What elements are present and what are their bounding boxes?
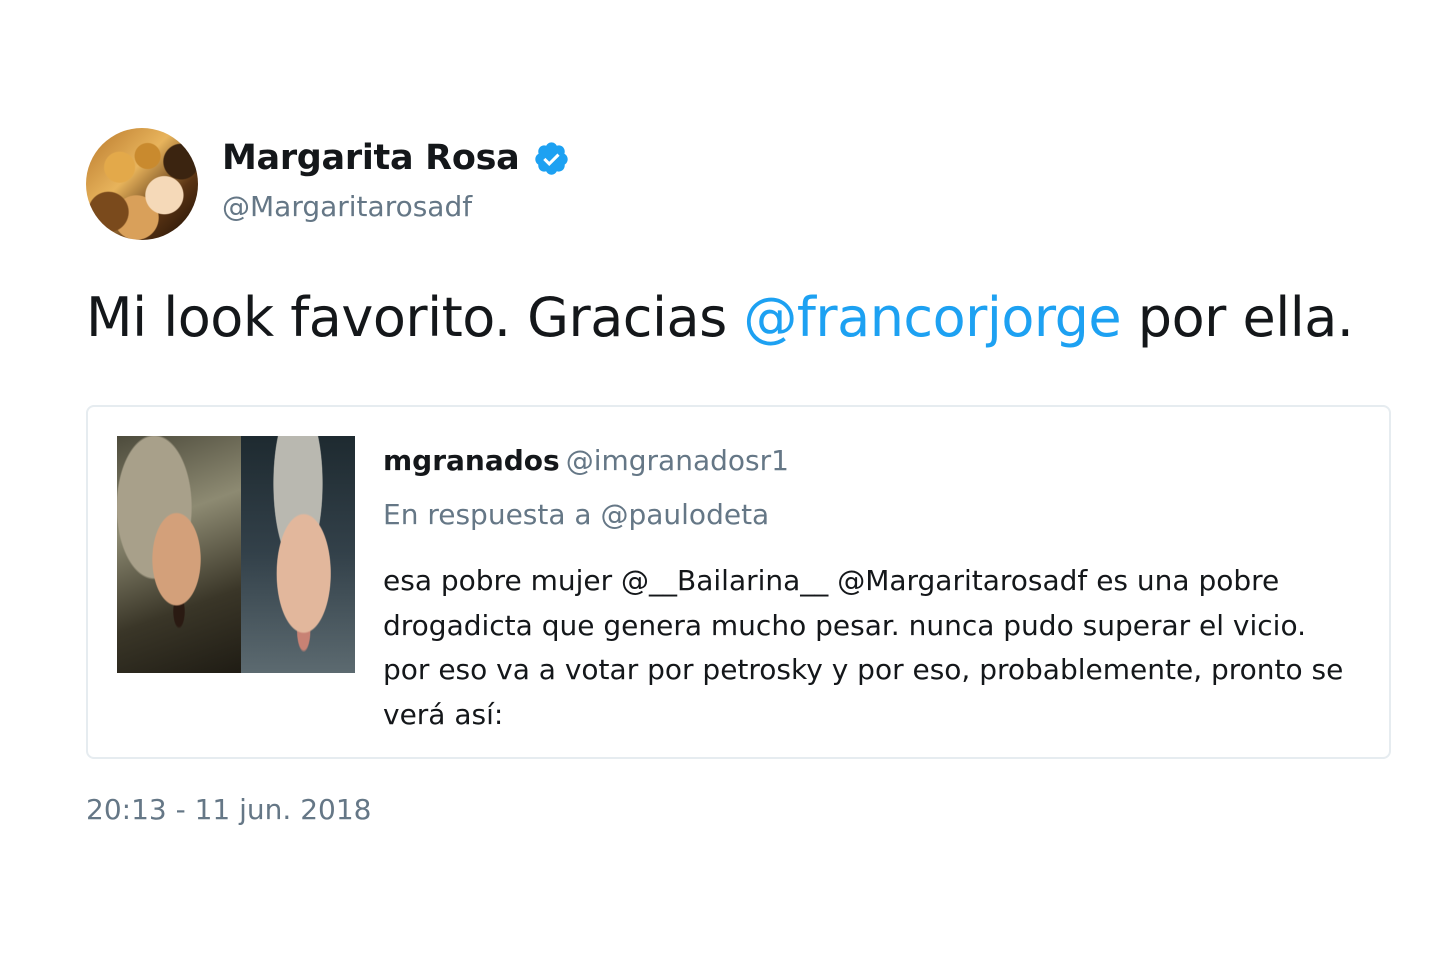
author-names: Margarita Rosa @Margaritarosadf [222,132,570,223]
reply-to-label: En respuesta a @paulodeta [383,498,770,531]
quoted-tweet-body: mgranados @imgranadosr1 En respuesta a @p… [383,441,1349,737]
tweet: Margarita Rosa @Margaritarosadf Mi look … [86,128,1391,826]
quoted-tweet[interactable]: mgranados @imgranadosr1 En respuesta a @p… [86,405,1391,759]
tweet-text-end: por ella. [1121,286,1354,349]
verified-badge-icon [535,141,569,175]
author-handle[interactable]: @Margaritarosadf [222,190,570,223]
quoted-tweet-media[interactable] [117,436,355,673]
photo-left [117,436,241,673]
display-name-row: Margarita Rosa [222,132,570,184]
mention-link[interactable]: @francorjorge [743,286,1121,349]
quoted-handle: @imgranadosr1 [565,444,789,477]
timestamp[interactable]: 20:13 - 11 jun. 2018 [86,793,1391,826]
avatar[interactable] [86,128,198,240]
display-name[interactable]: Margarita Rosa [222,138,520,178]
tweet-text: Mi look favorito. Gracias @francorjorge … [86,280,1391,355]
quoted-display-name: mgranados [383,444,560,477]
quoted-tweet-header: mgranados @imgranadosr1 [383,441,1349,481]
tweet-header: Margarita Rosa @Margaritarosadf [86,128,1391,240]
quoted-tweet-text: esa pobre mujer @__Bailarina__ @Margarit… [383,564,1344,731]
tweet-text-start: Mi look favorito. Gracias [86,286,744,349]
photo-right [241,436,355,673]
